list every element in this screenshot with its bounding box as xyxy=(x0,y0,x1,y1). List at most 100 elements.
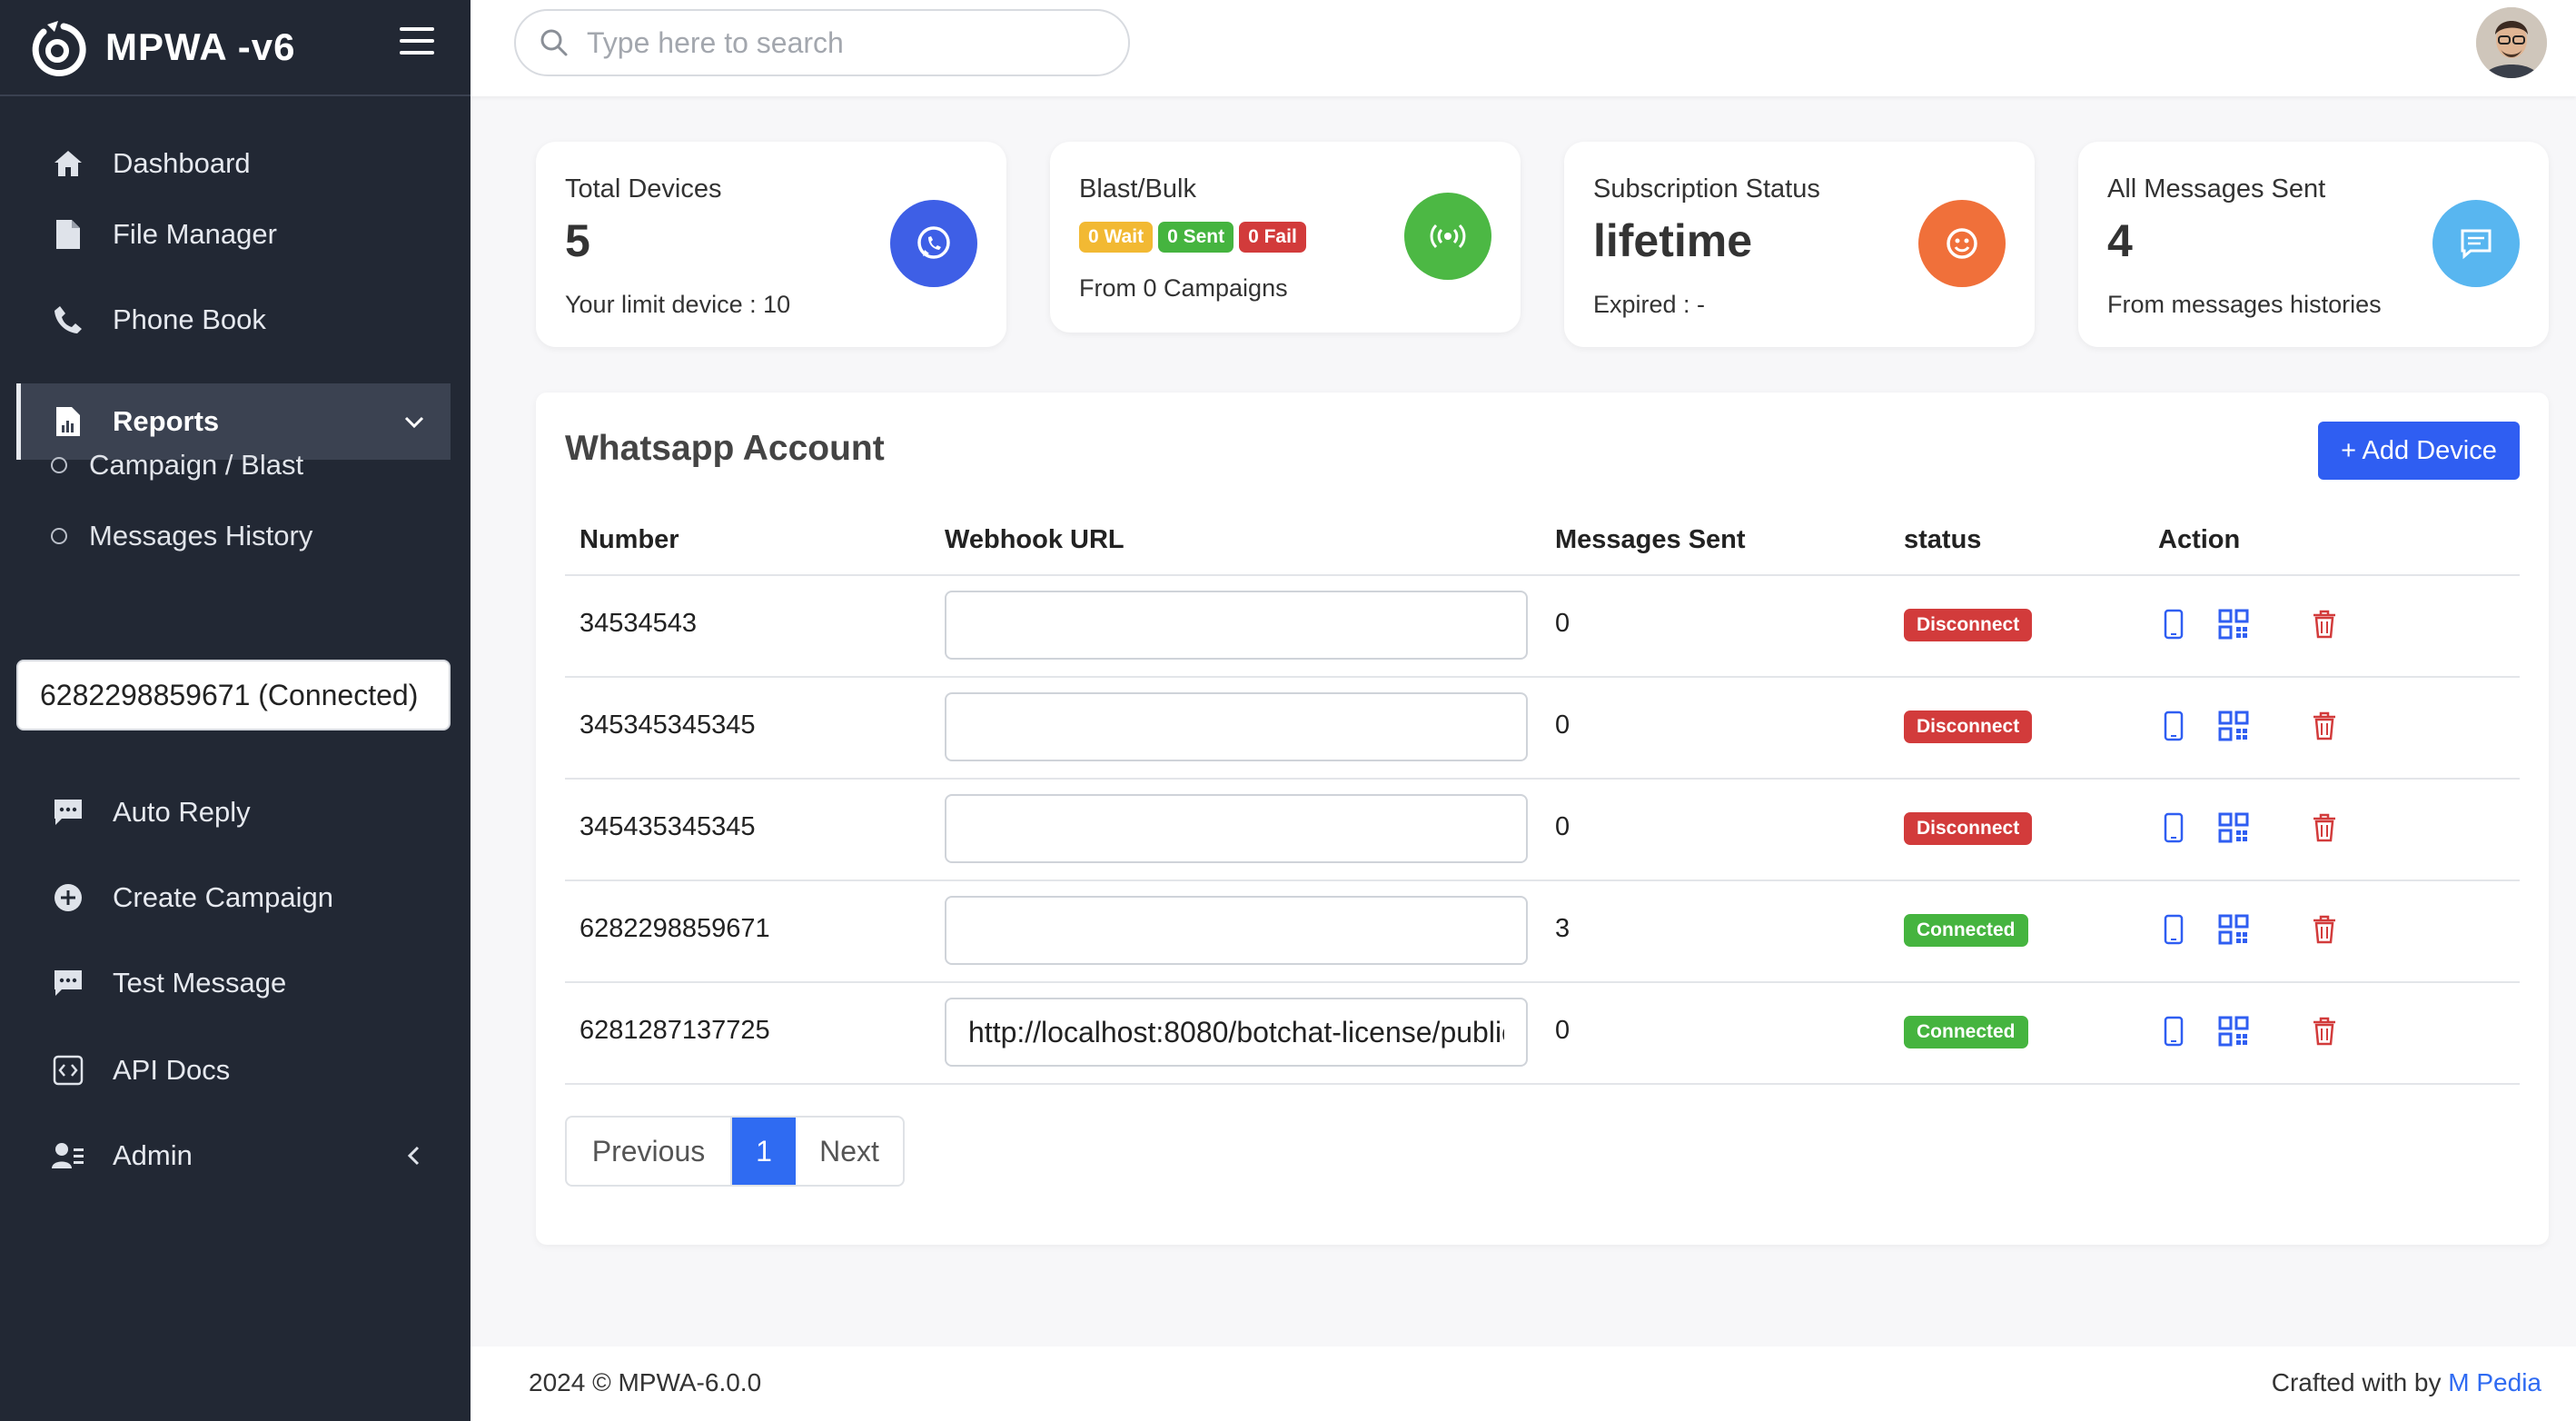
phone-device-icon[interactable] xyxy=(2158,1016,2189,1047)
stat-card-subscription: Subscription Status lifetime Expired : - xyxy=(1564,142,2035,347)
stat-label: Total Devices xyxy=(565,174,722,204)
qrcode-icon[interactable] xyxy=(2218,914,2249,945)
message-icon xyxy=(2432,200,2520,287)
sidebar-subitem-messages-history[interactable]: Messages History xyxy=(51,509,312,563)
stat-card-messages: All Messages Sent 4 From messages histor… xyxy=(2078,142,2549,347)
menu-toggle-icon[interactable] xyxy=(400,27,434,55)
sidebar-item-auto-reply[interactable]: Auto Reply xyxy=(16,774,451,850)
credit-text: Crafted with by M Pedia xyxy=(2272,1368,2541,1397)
cell-number: 34534543 xyxy=(580,609,698,638)
cell-number: 6282298859671 xyxy=(580,914,770,943)
phone-device-icon[interactable] xyxy=(2158,812,2189,843)
qrcode-icon[interactable] xyxy=(2218,1016,2249,1047)
sent-badge: 0 Sent xyxy=(1158,222,1234,253)
stat-sub: Expired : - xyxy=(1593,291,1706,318)
row-divider xyxy=(565,981,2520,983)
sidebar-item-label: Test Message xyxy=(113,967,287,999)
stat-value: 5 xyxy=(565,215,590,266)
qrcode-icon[interactable] xyxy=(2218,609,2249,640)
wait-badge: 0 Wait xyxy=(1079,222,1154,253)
trash-icon[interactable] xyxy=(2309,812,2340,843)
sidebar-subitem-label: Campaign / Blast xyxy=(89,449,304,481)
page-1-button[interactable]: 1 xyxy=(732,1118,796,1185)
sidebar-item-label: Admin xyxy=(113,1139,193,1171)
sidebar-item-label: Auto Reply xyxy=(113,796,251,828)
webhook-url-input[interactable] xyxy=(945,692,1528,761)
sidebar-subitem-campaign-blast[interactable]: Campaign / Blast xyxy=(51,438,303,492)
smile-icon xyxy=(1918,200,2006,287)
author-link[interactable]: M Pedia xyxy=(2448,1368,2541,1396)
add-device-button[interactable]: + Add Device xyxy=(2318,422,2520,480)
status-badge: Connected xyxy=(1904,914,2028,947)
qrcode-icon[interactable] xyxy=(2218,812,2249,843)
app-title: MPWA -v6 xyxy=(105,25,296,68)
previous-page-button[interactable]: Previous xyxy=(567,1118,732,1185)
admin-icon xyxy=(51,1138,85,1173)
brand: MPWA -v6 xyxy=(0,0,471,96)
cell-messages-sent: 0 xyxy=(1555,609,1570,638)
column-header-status: status xyxy=(1904,525,1982,554)
webhook-url-input[interactable] xyxy=(945,896,1528,965)
chevron-left-icon xyxy=(407,1146,420,1166)
copyright-text: 2024 © MPWA-6.0.0 xyxy=(529,1368,762,1396)
webhook-url-input[interactable] xyxy=(945,591,1528,660)
stat-label: Subscription Status xyxy=(1593,174,1820,204)
sidebar-item-test-message[interactable]: Test Message xyxy=(16,945,451,1021)
sidebar-item-create-campaign[interactable]: Create Campaign xyxy=(16,860,451,936)
sidebar-item-label: Dashboard xyxy=(113,147,251,179)
home-icon xyxy=(51,146,85,181)
row-divider xyxy=(565,1083,2520,1085)
row-divider xyxy=(565,879,2520,881)
stat-value: lifetime xyxy=(1593,215,1753,266)
column-header-number: Number xyxy=(580,525,679,554)
webhook-url-input[interactable] xyxy=(945,794,1528,863)
stat-sub: From 0 Campaigns xyxy=(1079,274,1288,302)
cell-messages-sent: 0 xyxy=(1555,812,1570,841)
cell-number: 345435345345 xyxy=(580,812,756,841)
sidebar-subitem-label: Messages History xyxy=(89,520,313,552)
phone-device-icon[interactable] xyxy=(2158,914,2189,945)
sidebar-item-label: Reports xyxy=(113,405,220,437)
phone-device-icon[interactable] xyxy=(2158,710,2189,741)
device-select[interactable]: 6282298859671 (Connected) xyxy=(16,660,451,730)
row-divider xyxy=(565,778,2520,780)
row-divider xyxy=(565,676,2520,678)
logo-icon xyxy=(27,17,87,77)
whatsapp-icon xyxy=(890,200,977,287)
code-icon xyxy=(51,1053,85,1088)
cell-messages-sent: 0 xyxy=(1555,710,1570,740)
trash-icon[interactable] xyxy=(2309,914,2340,945)
report-icon xyxy=(51,404,85,439)
footer: 2024 © MPWA-6.0.0 Crafted with by M Pedi… xyxy=(471,1346,2576,1421)
sidebar-item-file-manager[interactable]: File Manager xyxy=(16,196,451,273)
search-box[interactable] xyxy=(514,9,1130,76)
topbar xyxy=(471,0,2576,96)
stat-label: Blast/Bulk xyxy=(1079,174,1196,204)
column-header-action: Action xyxy=(2158,525,2241,554)
whatsapp-account-card: Whatsapp Account + Add Device Number Web… xyxy=(536,393,2549,1245)
next-page-button[interactable]: Next xyxy=(796,1118,903,1185)
card-title: Whatsapp Account xyxy=(565,429,885,468)
phone-icon xyxy=(51,303,85,337)
fail-badge: 0 Fail xyxy=(1239,222,1306,253)
trash-icon[interactable] xyxy=(2309,1016,2340,1047)
cell-number: 345345345345 xyxy=(580,710,756,740)
sidebar-item-label: Phone Book xyxy=(113,303,266,335)
cell-messages-sent: 0 xyxy=(1555,1016,1570,1045)
phone-device-icon[interactable] xyxy=(2158,609,2189,640)
sidebar-item-dashboard[interactable]: Dashboard xyxy=(16,125,451,202)
avatar[interactable] xyxy=(2476,7,2547,78)
pagination: Previous 1 Next xyxy=(565,1116,905,1187)
row-divider xyxy=(565,574,2520,576)
chevron-down-icon xyxy=(404,416,424,429)
credit-prefix: Crafted with by xyxy=(2271,1368,2442,1396)
qrcode-icon[interactable] xyxy=(2218,710,2249,741)
sidebar-item-api-docs[interactable]: API Docs xyxy=(16,1032,451,1108)
stat-card-devices: Total Devices 5 Your limit device : 10 xyxy=(536,142,1006,347)
sidebar-item-admin[interactable]: Admin xyxy=(16,1118,451,1194)
trash-icon[interactable] xyxy=(2309,710,2340,741)
webhook-url-input[interactable] xyxy=(945,998,1528,1067)
trash-icon[interactable] xyxy=(2309,609,2340,640)
sidebar-item-phone-book[interactable]: Phone Book xyxy=(16,282,451,358)
search-input[interactable] xyxy=(587,25,1095,60)
